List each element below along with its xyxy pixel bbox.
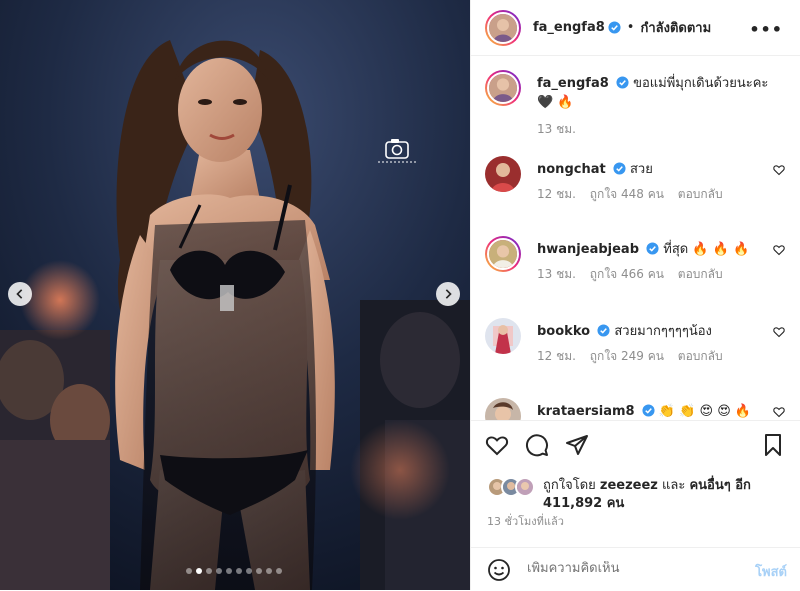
comment-likes[interactable]: ถูกใจ 249 คน [590, 349, 664, 363]
chevron-left-icon [16, 289, 23, 299]
carousel-dot [186, 568, 192, 574]
bookmark-icon[interactable] [761, 433, 785, 457]
comment-text: 👏 👏 😍 😍 🔥 [658, 404, 752, 419]
carousel-dot [266, 568, 272, 574]
liker-username[interactable]: zeezeez [600, 478, 658, 493]
post-photo [0, 0, 470, 590]
likes-prefix: ถูกใจโดย [543, 478, 596, 493]
post-header: fa_engfa8 • กำลังติดตาม ••• [471, 0, 800, 56]
verified-badge-icon [642, 404, 655, 417]
avatar[interactable] [485, 398, 521, 420]
comment-like-icon[interactable] [773, 164, 785, 176]
heart-icon[interactable] [485, 433, 509, 457]
emoji-icon[interactable] [487, 558, 511, 582]
comment-composer: โพสต์ [471, 547, 800, 591]
comment-icon[interactable] [525, 433, 549, 457]
comment-text: สวยมากๆๆๆๆน้อง [614, 324, 712, 339]
header-separator: • [626, 20, 635, 35]
carousel-dot [226, 568, 232, 574]
avatar[interactable] [485, 70, 521, 106]
comment-input[interactable] [527, 561, 727, 576]
comment-text: สวย [629, 162, 653, 177]
verified-badge-icon [608, 21, 621, 34]
carousel-dot [246, 568, 252, 574]
comment-text: ที่สุด 🔥 🔥 🔥 [663, 242, 750, 257]
post-comment-button[interactable]: โพสต์ [755, 561, 787, 582]
comment-time: 12 ชม. [537, 187, 576, 201]
avatar [515, 477, 535, 497]
reply-button[interactable]: ตอบกลับ [678, 187, 723, 201]
reply-button[interactable]: ตอบกลับ [678, 267, 723, 281]
comment-like-icon[interactable] [773, 326, 785, 338]
share-icon[interactable] [565, 433, 589, 457]
caption-username[interactable]: fa_engfa8 [537, 76, 609, 91]
comment-likes[interactable]: ถูกใจ 448 คน [590, 187, 664, 201]
comment-username[interactable]: bookko [537, 324, 590, 339]
author-avatar[interactable] [485, 9, 521, 46]
avatar[interactable] [485, 156, 521, 192]
comment-likes[interactable]: ถูกใจ 466 คน [590, 267, 664, 281]
carousel-dot [256, 568, 262, 574]
carousel-dot [236, 568, 242, 574]
instagram-post-modal: fa_engfa8 • กำลังติดตาม ••• fa_engfa8 ขอ… [0, 0, 800, 590]
avatar[interactable] [485, 236, 521, 272]
verified-badge-icon [597, 324, 610, 337]
likes-joiner: และ [662, 478, 686, 493]
following-button[interactable]: กำลังติดตาม [640, 17, 711, 38]
verified-badge-icon [646, 242, 659, 255]
verified-badge-icon [613, 162, 626, 175]
next-photo-button[interactable] [436, 282, 460, 306]
comment-username[interactable]: krataersiam8 [537, 404, 635, 419]
comment-time: 13 ชม. [537, 267, 576, 281]
post-sidebar: fa_engfa8 • กำลังติดตาม ••• fa_engfa8 ขอ… [470, 0, 800, 590]
reply-button[interactable]: ตอบกลับ [678, 349, 723, 363]
previous-photo-button[interactable] [8, 282, 32, 306]
comments-list[interactable]: fa_engfa8 ขอแม่พี่มุกเดินด้วยนะคะ 🖤 🔥 13… [471, 56, 800, 420]
post-timestamp[interactable]: 13 ชั่วโมงที่แล้ว [487, 512, 564, 530]
action-bar [485, 433, 787, 459]
carousel-dot [206, 568, 212, 574]
comment-username[interactable]: nongchat [537, 162, 606, 177]
camera-watermark-icon [378, 139, 416, 163]
more-options-icon[interactable]: ••• [749, 20, 783, 39]
chevron-right-icon [445, 289, 452, 299]
post-media[interactable] [0, 0, 470, 590]
comment-username[interactable]: hwanjeabjeab [537, 242, 639, 257]
avatar[interactable] [485, 318, 521, 354]
carousel-indicator [186, 568, 282, 574]
comment-like-icon[interactable] [773, 244, 785, 256]
carousel-dot [276, 568, 282, 574]
carousel-dot [216, 568, 222, 574]
carousel-dot [196, 568, 202, 574]
verified-badge-icon [616, 76, 629, 89]
post-actions: ถูกใจโดย zeezeez และ คนอื่นๆ อีก 411,892… [471, 420, 800, 590]
liker-avatars [487, 477, 541, 497]
likes-summary[interactable]: ถูกใจโดย zeezeez และ คนอื่นๆ อีก 411,892… [487, 477, 787, 513]
comment-time: 12 ชม. [537, 349, 576, 363]
caption-time: 13 ชม. [537, 122, 576, 136]
comment-like-icon[interactable] [773, 406, 785, 418]
author-username[interactable]: fa_engfa8 [533, 20, 605, 35]
